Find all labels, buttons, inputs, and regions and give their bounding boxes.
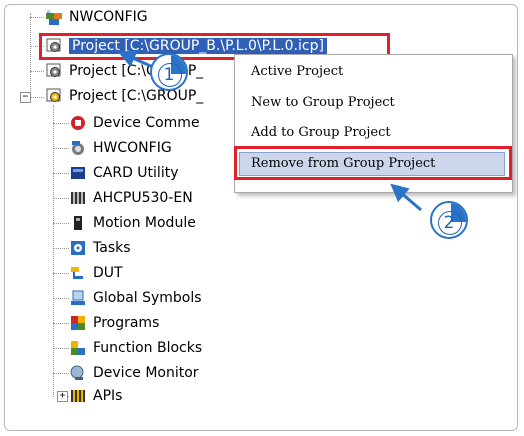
step1-number: 1 (163, 65, 175, 85)
step2-arrow (390, 183, 422, 212)
step1-arrow (117, 50, 154, 69)
project-tree-panel: − + e NWCONFIG Project [C:\GROUP_B.\P.L.… (4, 4, 518, 431)
step2-badge: 2 (430, 201, 468, 239)
step1-badge: 1 (150, 53, 188, 91)
step2-number: 2 (443, 213, 455, 233)
